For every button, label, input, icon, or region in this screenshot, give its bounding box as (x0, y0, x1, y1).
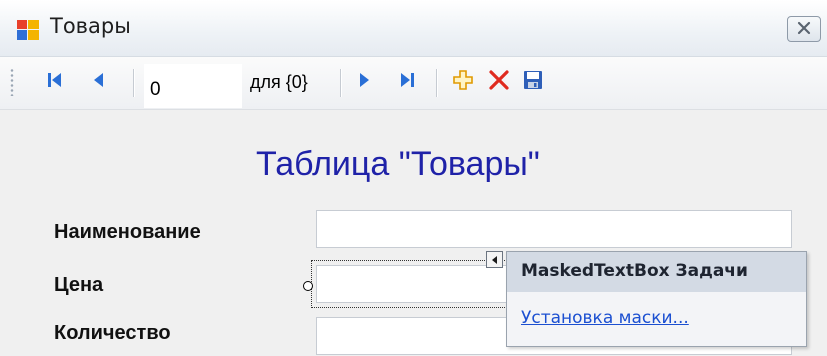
add-new-icon (452, 69, 474, 95)
move-previous-icon (89, 70, 109, 94)
move-first-icon (45, 70, 65, 94)
set-mask-link[interactable]: Установка маски... (521, 308, 689, 328)
move-last-button[interactable] (392, 67, 422, 97)
title-bar: Товары (0, 0, 827, 57)
toolbar-separator (133, 69, 134, 97)
position-input[interactable] (144, 64, 242, 108)
name-textbox[interactable] (316, 210, 792, 248)
form-heading: Таблица "Товары" (256, 145, 540, 183)
move-previous-button[interactable] (84, 67, 114, 97)
delete-icon (488, 69, 510, 95)
save-icon (522, 69, 544, 95)
move-last-icon (397, 70, 417, 94)
toolbar-grip[interactable] (10, 68, 14, 96)
selection-frame (311, 260, 507, 308)
form-window: Товары для {0} (0, 0, 827, 356)
smart-tag-button[interactable] (486, 251, 503, 268)
move-next-icon (354, 70, 374, 94)
close-icon (796, 20, 812, 39)
collapse-arrow-icon (490, 250, 499, 269)
window-title: Товары (50, 14, 131, 38)
count-label: для {0} (250, 72, 308, 92)
delete-button[interactable] (484, 67, 514, 97)
close-button[interactable] (787, 16, 821, 42)
move-next-button[interactable] (349, 67, 379, 97)
price-label: Цена (54, 274, 104, 296)
toolbar-separator (340, 69, 341, 97)
form-icon (16, 19, 40, 41)
name-label: Наименование (54, 221, 201, 243)
move-first-button[interactable] (40, 67, 70, 97)
smart-tasks-panel: MaskedTextBox Задачи Установка маски... (506, 251, 807, 347)
save-button[interactable] (518, 67, 548, 97)
quantity-label: Количество (54, 322, 171, 344)
add-new-button[interactable] (448, 67, 478, 97)
resize-handle[interactable] (303, 281, 313, 291)
smart-tasks-title: MaskedTextBox Задачи (507, 252, 806, 292)
toolbar-separator (436, 69, 437, 97)
